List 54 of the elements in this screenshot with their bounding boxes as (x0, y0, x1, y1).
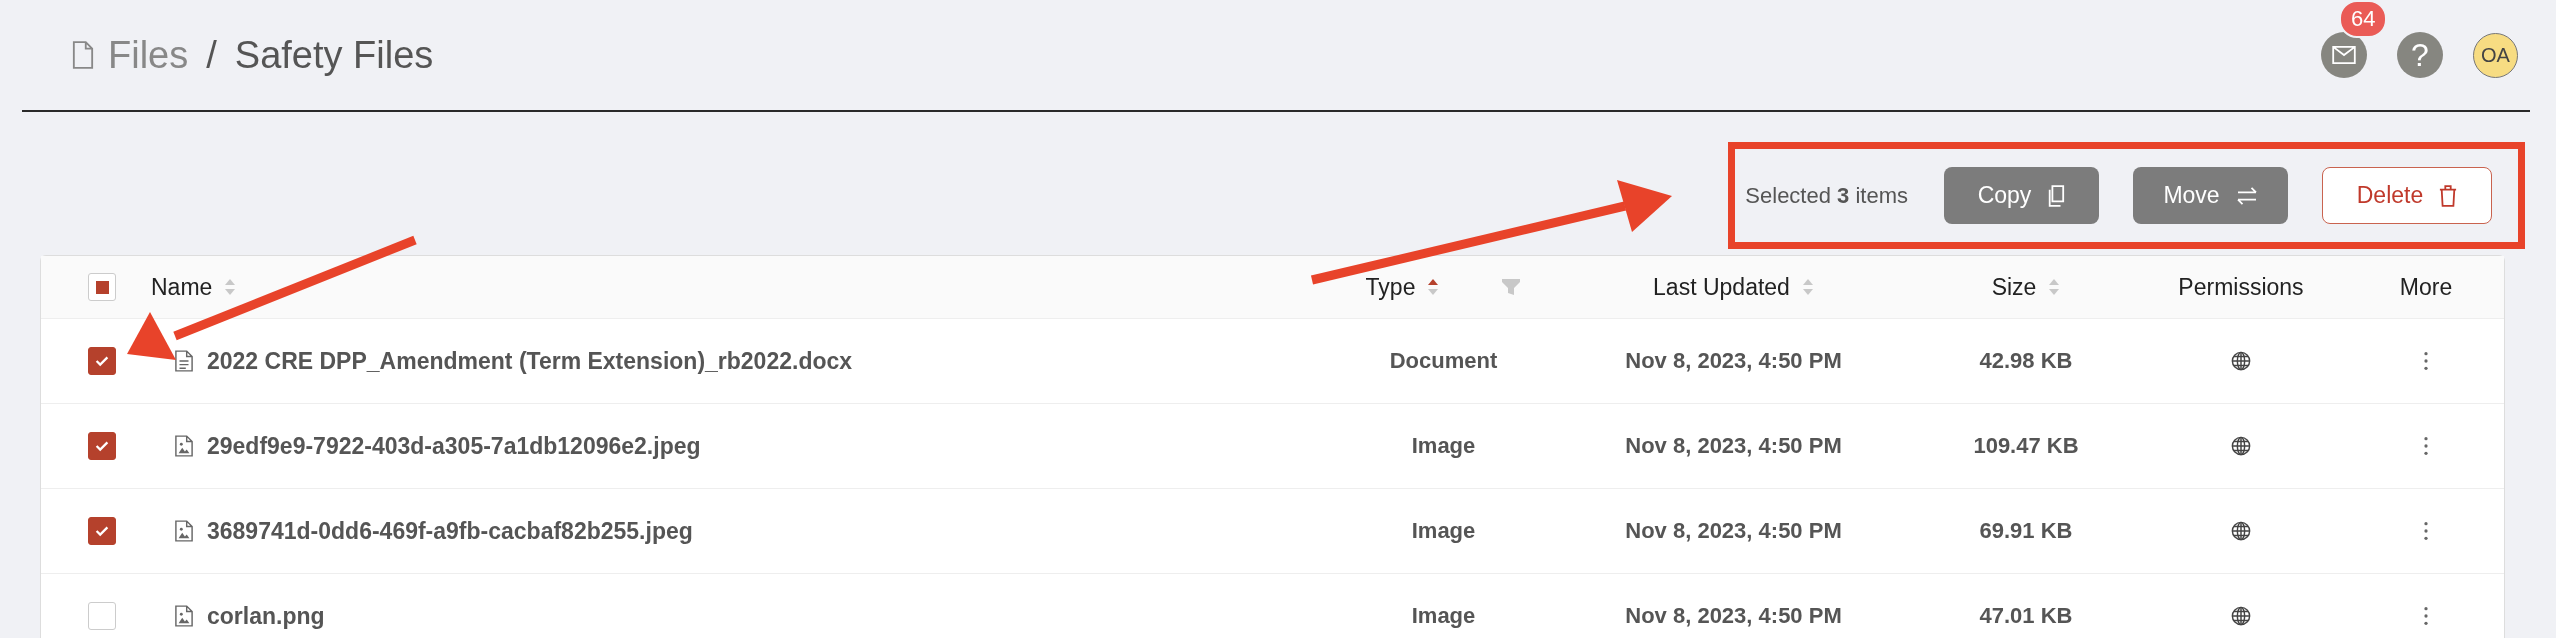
column-header[interactable]: More (2399, 273, 2453, 301)
updated-date: Nov 8, 2023, 4:50 PM (1625, 518, 1842, 544)
updated-date: Nov 8, 2023, 4:50 PM (1625, 603, 1842, 629)
image-file-icon (175, 605, 193, 627)
column-header[interactable]: Permissions (2178, 273, 2304, 301)
notification-badge: 64 (2339, 0, 2388, 38)
user-avatar[interactable]: OA (2473, 32, 2518, 78)
globe-icon[interactable] (2231, 436, 2251, 456)
file-type: Image (1411, 603, 1476, 629)
select-all-checkbox[interactable] (88, 273, 116, 301)
sort-icon[interactable] (1427, 277, 1440, 297)
updated-date: Nov 8, 2023, 4:50 PM (1625, 433, 1842, 459)
file-size: 42.98 KB (1979, 348, 2073, 374)
copy-icon (2047, 184, 2066, 207)
updated-date: Nov 8, 2023, 4:50 PM (1625, 348, 1842, 374)
file-name[interactable]: 2022 CRE DPP_Amendment (Term Extension)_rb2022.docx (207, 347, 853, 375)
file-type: Document (1389, 348, 1498, 374)
globe-icon[interactable] (2231, 521, 2251, 541)
globe-icon[interactable] (2231, 351, 2251, 371)
page-title: Safety Files (234, 33, 434, 77)
mail-button[interactable] (2321, 32, 2367, 78)
trash-icon (2439, 184, 2458, 207)
row-checkbox[interactable] (88, 432, 116, 460)
more-options-icon[interactable] (2423, 521, 2429, 541)
column-header[interactable]: Size (1991, 273, 2037, 301)
file-type: Image (1411, 433, 1476, 459)
more-options-icon[interactable] (2423, 436, 2429, 456)
breadcrumb-separator: / (206, 33, 217, 77)
move-button[interactable]: Move (2133, 167, 2288, 224)
row-checkbox[interactable] (88, 517, 116, 545)
file-size: 47.01 KB (1979, 603, 2073, 629)
copy-button[interactable]: Copy (1944, 167, 2099, 224)
globe-icon[interactable] (2231, 606, 2251, 626)
image-file-icon (175, 435, 193, 457)
document-icon (175, 350, 193, 372)
row-checkbox[interactable] (88, 347, 116, 375)
file-size: 69.91 KB (1979, 518, 2073, 544)
file-type: Image (1411, 518, 1476, 544)
image-file-icon (175, 520, 193, 542)
file-icon (72, 41, 94, 69)
more-options-icon[interactable] (2423, 606, 2429, 626)
file-name[interactable]: 3689741d-0dd6-469f-a9fb-cacbaf82b255.jpeg (207, 517, 693, 545)
file-size: 109.47 KB (1973, 433, 2079, 459)
mail-icon (2332, 46, 2356, 64)
file-name[interactable]: corlan.png (207, 602, 325, 630)
column-header[interactable]: Type (1365, 273, 1416, 301)
file-name[interactable]: 29edf9e9-7922-403d-a305-7a1db12096e2.jpeg (207, 432, 701, 460)
column-header[interactable]: Last Updated (1653, 273, 1790, 301)
swap-arrows-icon (2235, 186, 2258, 205)
help-button[interactable]: ? (2397, 32, 2443, 78)
delete-button[interactable]: Delete (2322, 167, 2492, 224)
column-header[interactable]: Name (151, 273, 213, 301)
selection-count: Selected 3 items (1745, 182, 1908, 209)
more-options-icon[interactable] (2423, 351, 2429, 371)
